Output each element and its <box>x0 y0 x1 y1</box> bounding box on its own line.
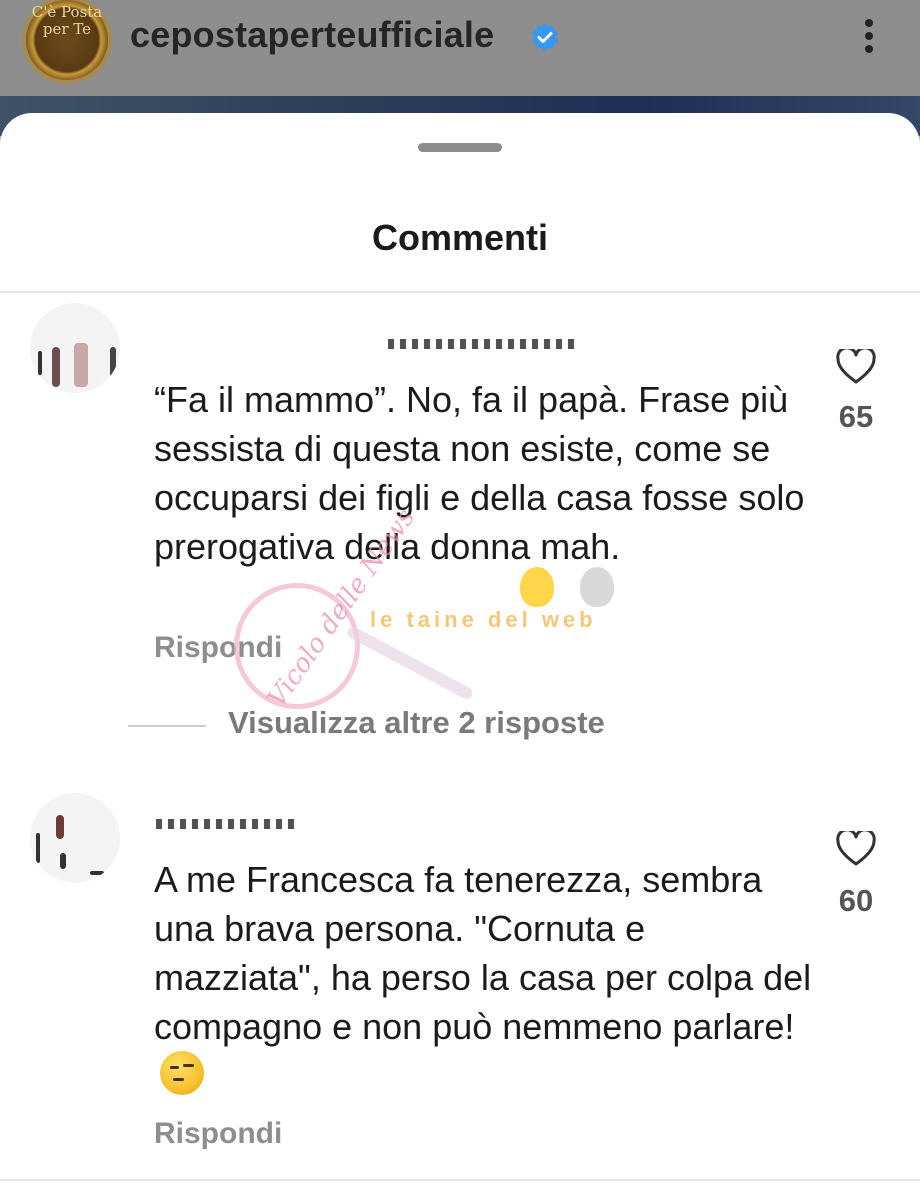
avatar-logo-text: C'è Posta per Te <box>31 3 103 38</box>
like-count: 65 <box>838 399 874 434</box>
like-count: 60 <box>838 883 874 918</box>
reply-button[interactable]: Rispondi <box>154 1117 282 1151</box>
profile-avatar[interactable]: C'è Posta per Te <box>26 0 108 80</box>
comment-text: “Fa il mammo”. No, fa il papà. Frase più… <box>154 379 805 567</box>
watermark-magnifier-handle <box>345 624 475 702</box>
comment-text-content: A me Francesca fa tenerezza, sembra una … <box>154 859 812 1047</box>
watermark-face-icon <box>520 567 554 607</box>
sheet-title: Commenti <box>371 217 548 258</box>
comment-avatar[interactable] <box>30 793 120 883</box>
smirk-emoji-icon <box>160 1051 204 1095</box>
watermark-tagline: le taine del web <box>370 607 597 632</box>
more-options-icon[interactable] <box>854 16 884 60</box>
profile-header: C'è Posta per Te cepostaperteufficiale <box>0 0 920 100</box>
bottom-divider <box>0 1179 920 1181</box>
heart-icon[interactable] <box>836 831 876 867</box>
heart-icon[interactable] <box>836 349 876 385</box>
profile-username[interactable]: cepostaperteufficiale <box>130 14 494 56</box>
verified-badge-icon <box>532 23 558 51</box>
comment-username-redacted <box>388 339 578 349</box>
sheet-drag-handle[interactable] <box>418 143 502 152</box>
watermark-face-icon <box>580 567 614 607</box>
title-divider <box>0 291 920 293</box>
comment-avatar[interactable] <box>30 303 120 393</box>
comment-username-redacted <box>156 819 296 829</box>
comments-sheet: Commenti “Fa il mammo”. No, fa il papà. … <box>0 113 920 1187</box>
comment-text: A me Francesca fa tenerezza, sembra una … <box>154 855 814 1101</box>
replies-line <box>128 725 206 727</box>
